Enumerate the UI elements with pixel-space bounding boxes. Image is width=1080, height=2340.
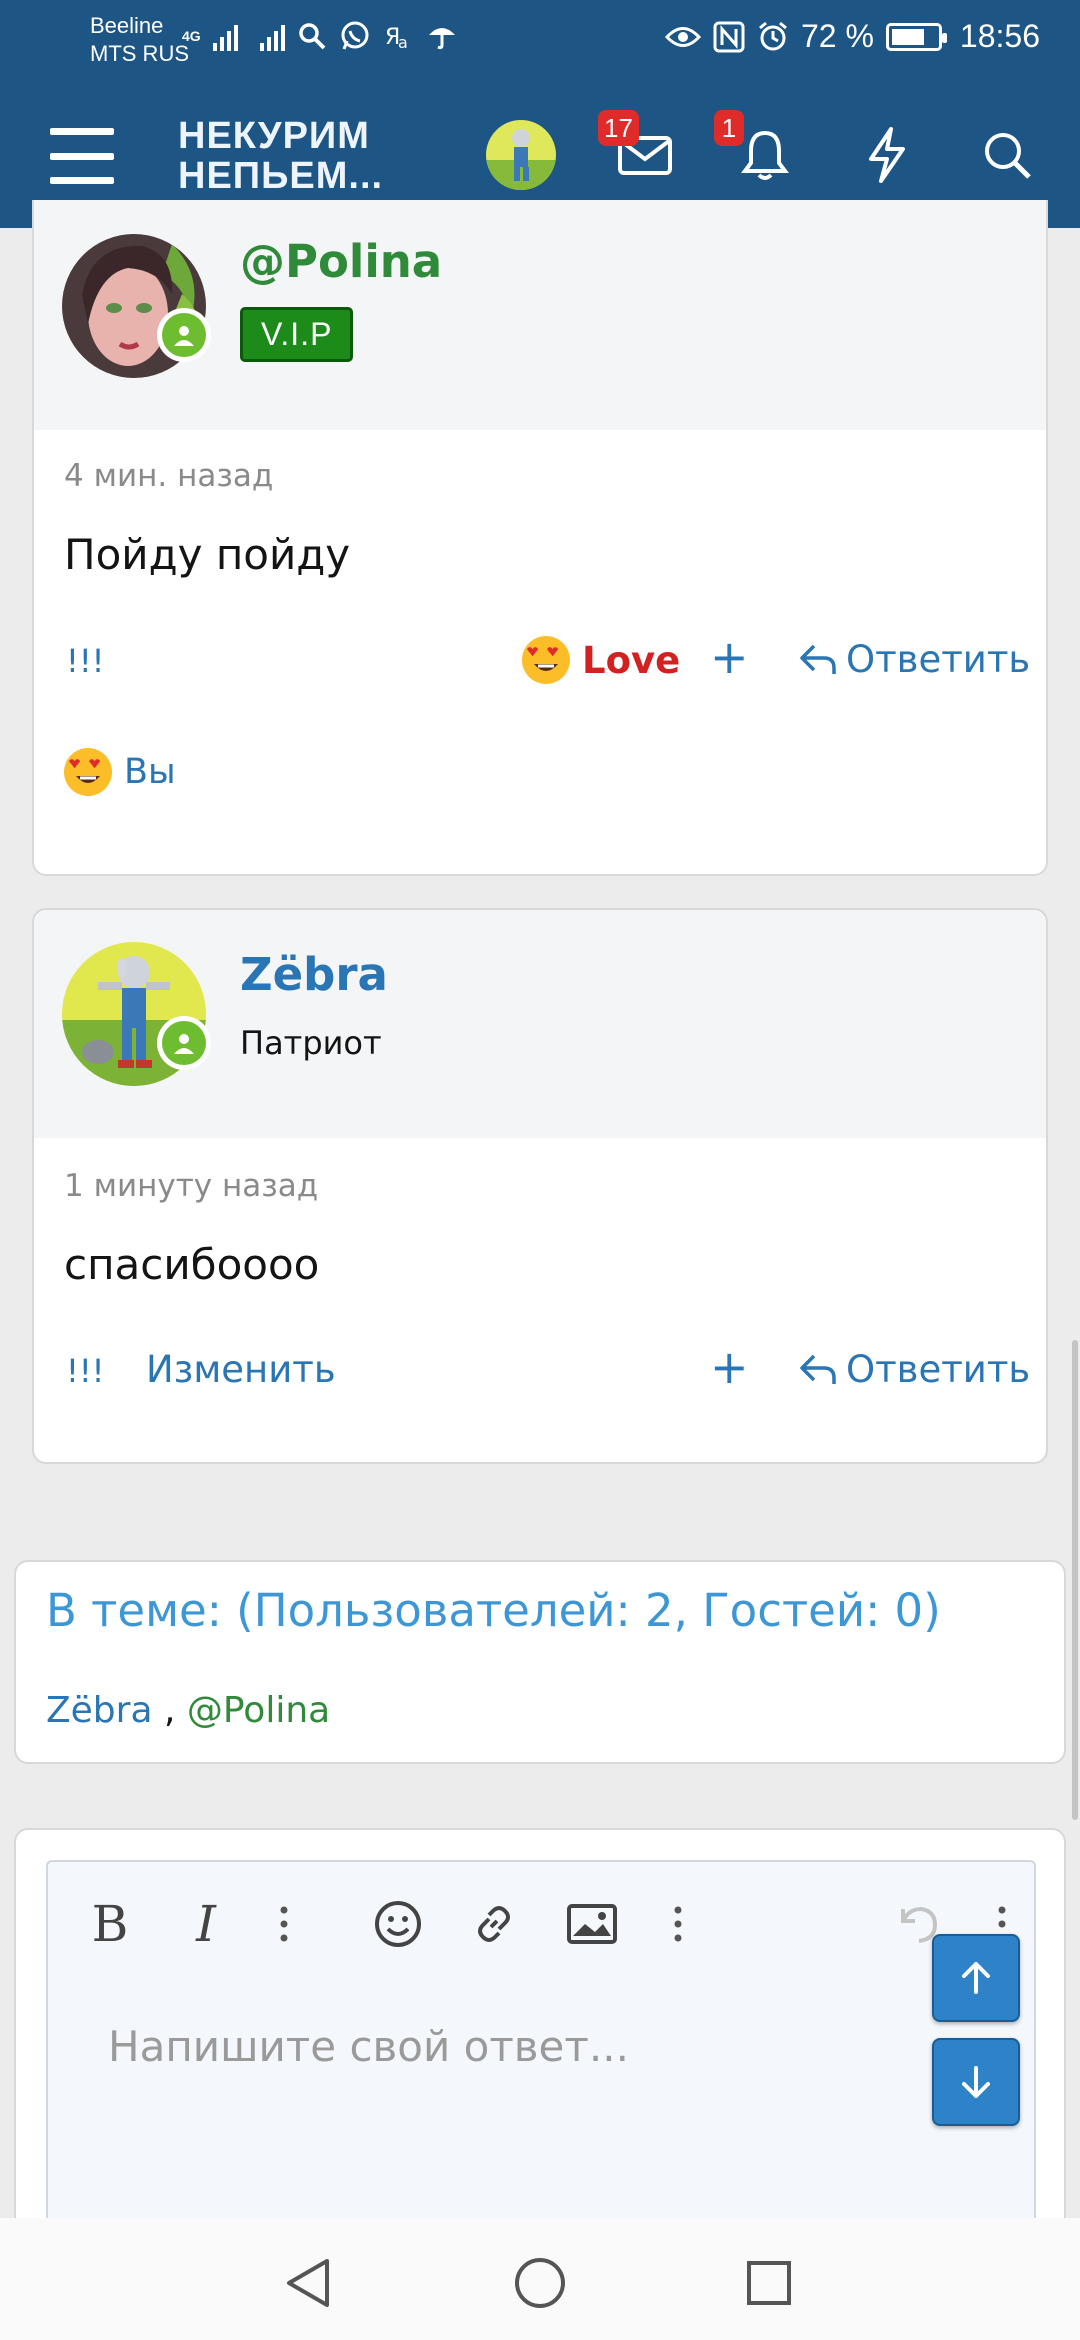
username-zebra[interactable]: Zëbra — [240, 948, 388, 1001]
inbox-badge: 17 — [598, 110, 639, 146]
thread-viewers-box: В теме: (Пользователей: 2, Гостей: 0) Zë… — [14, 1560, 1066, 1764]
post-author-block: Zëbra Патриот — [34, 910, 1046, 1138]
alerts-button[interactable]: 1 — [714, 110, 800, 190]
post-time[interactable]: 1 минуту назад — [64, 1168, 318, 1204]
thread-viewers-title: В теме: (Пользователей: 2, Гостей: 0) — [46, 1584, 941, 1637]
arrow-down-icon — [962, 2066, 990, 2098]
search-icon — [985, 133, 1031, 179]
recents-square-icon — [747, 2261, 791, 2305]
scroll-down-button[interactable] — [932, 2038, 1020, 2126]
battery-percent: 72 % — [800, 18, 874, 54]
add-button[interactable]: + — [710, 630, 749, 684]
top-bar: Beeline MTS RUS 4G Яa 72 % 18:56 НЕКУРИМ… — [0, 0, 1080, 228]
more-insert-options-icon[interactable] — [658, 1892, 698, 1956]
carrier-line1: Beeline — [90, 13, 164, 38]
recents-button[interactable] — [734, 2248, 804, 2318]
post-zebra: Zëbra Патриот 1 минуту назад спасибоооо … — [32, 908, 1048, 1464]
more-text-options-icon[interactable] — [264, 1892, 304, 1956]
link-icon — [478, 1906, 510, 1942]
alerts-badge: 1 — [714, 110, 744, 146]
lightning-icon — [869, 127, 905, 183]
thread-viewers-list: Zëbra , @Polina — [46, 1690, 330, 1731]
search-button[interactable] — [972, 120, 1042, 190]
italic-button[interactable]: I — [174, 1892, 238, 1956]
reply-editor[interactable]: B I Напишите свой ответ... — [46, 1860, 1036, 2280]
reply-button[interactable]: Ответить — [798, 1348, 1030, 1391]
reply-box: B I Напишите свой ответ... — [14, 1828, 1066, 2280]
signal-2-icon — [259, 21, 285, 51]
status-right: 72 % 18:56 — [664, 18, 1040, 55]
logo-line1: НЕКУРИМ — [178, 115, 370, 157]
heart-eyes-emoji-icon — [522, 636, 570, 684]
network-type: 4G — [182, 28, 201, 44]
system-nav-bar — [0, 2218, 1080, 2340]
translate-icon: Яa — [385, 25, 408, 52]
emoji-button[interactable] — [366, 1892, 430, 1956]
online-indicator — [157, 1016, 211, 1070]
arrow-up-icon — [962, 1962, 990, 1994]
status-left-icons: 4G Яa — [182, 20, 457, 52]
bold-button[interactable]: B — [78, 1892, 142, 1956]
reply-button[interactable]: Ответить — [798, 638, 1030, 681]
umbrella-icon — [428, 28, 455, 50]
back-triangle-icon — [287, 2259, 329, 2307]
back-button[interactable] — [274, 2248, 344, 2318]
viewer-separator: , — [152, 1690, 187, 1731]
post-polina: @Polina V.I.P 4 мин. назад Пойду пойду !… — [32, 200, 1048, 876]
whats-new-button[interactable] — [852, 120, 922, 190]
home-circle-icon — [515, 2258, 565, 2308]
post-message: спасибоооо — [64, 1240, 320, 1289]
viewer-zebra[interactable]: Zëbra — [46, 1690, 153, 1731]
username-polina[interactable]: @Polina — [240, 235, 442, 288]
reply-icon — [800, 644, 836, 674]
image-button[interactable] — [560, 1892, 624, 1956]
carrier-line2: MTS RUS — [90, 41, 189, 66]
whatsapp-icon — [341, 21, 369, 50]
edit-button[interactable]: Изменить — [146, 1348, 336, 1391]
post-time[interactable]: 4 мин. назад — [64, 458, 273, 494]
search-status-icon — [298, 23, 326, 50]
status-bar: Beeline MTS RUS 4G Яa 72 % 18:56 — [0, 0, 1080, 80]
scroll-up-button[interactable] — [932, 1934, 1020, 2022]
alarm-icon — [759, 21, 787, 50]
user-avatar[interactable] — [486, 120, 556, 190]
bell-icon — [741, 130, 789, 180]
heart-eyes-emoji-icon — [64, 748, 112, 796]
add-button[interactable]: + — [710, 1340, 749, 1394]
post-author-block: @Polina V.I.P — [34, 200, 1046, 430]
nfc-icon — [713, 21, 745, 52]
reply-placeholder: Напишите свой ответ... — [108, 2022, 629, 2071]
reacted-by: Вы — [124, 752, 176, 792]
reactions-summary[interactable]: Вы — [64, 748, 176, 796]
logo-line2: НЕПЬЕМ... — [178, 155, 384, 197]
love-label: Love — [582, 638, 681, 682]
home-button[interactable] — [505, 2248, 575, 2318]
report-link[interactable]: !!! — [66, 642, 104, 680]
menu-icon[interactable] — [50, 128, 114, 184]
battery-icon — [885, 22, 947, 51]
online-indicator — [157, 308, 211, 362]
reply-label: Ответить — [846, 638, 1031, 681]
smiley-icon — [375, 1901, 421, 1947]
user-title: Патриот — [240, 1024, 382, 1062]
link-button[interactable] — [462, 1892, 526, 1956]
carrier-info: Beeline MTS RUS — [90, 12, 189, 68]
scrollbar[interactable] — [1072, 1340, 1078, 1820]
reply-label: Ответить — [846, 1348, 1031, 1391]
signal-icon — [212, 21, 238, 51]
site-logo[interactable]: НЕКУРИМ НЕПЬЕМ... — [178, 116, 383, 196]
viewer-polina[interactable]: @Polina — [187, 1690, 330, 1731]
post-message: Пойду пойду — [64, 530, 351, 579]
report-link[interactable]: !!! — [66, 1352, 104, 1390]
reply-icon — [800, 1354, 836, 1384]
eye-icon — [664, 26, 701, 47]
vip-badge: V.I.P — [240, 307, 354, 362]
love-reaction[interactable]: Love — [522, 636, 680, 684]
image-icon — [567, 1904, 617, 1944]
clock: 18:56 — [959, 18, 1040, 54]
inbox-button[interactable]: 17 — [598, 110, 680, 190]
svg-text:a: a — [398, 33, 408, 52]
